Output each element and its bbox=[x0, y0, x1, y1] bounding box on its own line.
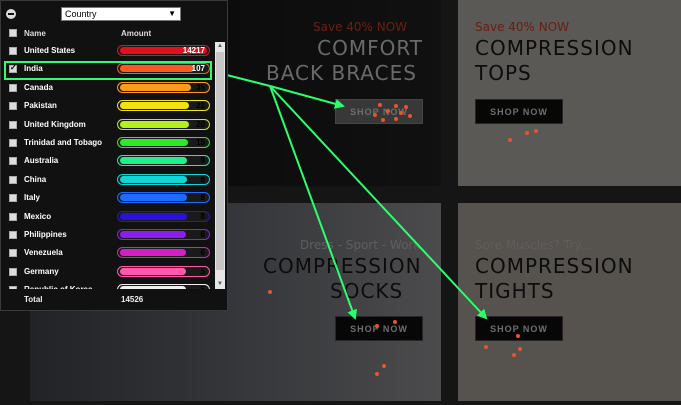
country-row[interactable]: Republic of Korea 5 bbox=[1, 281, 215, 289]
country-row[interactable]: Italy 8 bbox=[1, 189, 215, 207]
country-checkbox[interactable] bbox=[9, 47, 17, 55]
country-row[interactable]: Trinidad and Tobago 15 bbox=[1, 134, 215, 152]
country-name: United States bbox=[24, 46, 76, 55]
country-checkbox[interactable] bbox=[9, 249, 17, 258]
collapse-panel-icon[interactable] bbox=[6, 9, 16, 19]
dimension-select-value: Country bbox=[65, 9, 97, 19]
amount-bar-fill bbox=[120, 286, 186, 289]
amount-bar-fill bbox=[120, 120, 189, 128]
country-name: Germany bbox=[24, 266, 59, 276]
amount-value: 20 bbox=[196, 119, 205, 129]
amount-value: 5 bbox=[201, 285, 205, 289]
country-name: Canada bbox=[24, 82, 53, 92]
amount-bar: 5 bbox=[117, 265, 210, 277]
amount-bar: 20 bbox=[117, 118, 210, 130]
country-name: United Kingdom bbox=[24, 119, 86, 129]
amount-value: 8 bbox=[200, 193, 205, 203]
country-name: Mexico bbox=[24, 211, 52, 221]
flow-arrow-to-tights bbox=[269, 85, 488, 320]
amount-value: 15 bbox=[196, 138, 205, 147]
country-name: Republic of Korea bbox=[24, 285, 92, 289]
country-checkbox[interactable] bbox=[9, 212, 17, 221]
chevron-down-icon: ▼ bbox=[168, 9, 176, 18]
country-checkbox[interactable] bbox=[9, 102, 17, 111]
amount-value: 6 bbox=[200, 230, 205, 239]
amount-bar-fill bbox=[120, 175, 187, 183]
country-row[interactable]: Mexico 8 bbox=[1, 208, 215, 226]
amount-bar: 21 bbox=[117, 100, 210, 112]
country-row[interactable]: Philippines 6 bbox=[1, 226, 215, 244]
country-row[interactable]: United States 14217 bbox=[1, 42, 215, 60]
amount-bar-fill bbox=[120, 249, 186, 257]
amount-bar-fill bbox=[120, 212, 187, 220]
amount-bar: 5 bbox=[117, 284, 210, 289]
country-checkbox[interactable] bbox=[9, 286, 17, 289]
country-name: Italy bbox=[24, 193, 41, 203]
amount-bar: 8 bbox=[117, 173, 210, 185]
total-label: Total bbox=[24, 295, 43, 304]
country-checkbox[interactable] bbox=[9, 175, 17, 184]
amount-bar: 8 bbox=[117, 192, 210, 204]
selected-row-highlight bbox=[4, 61, 212, 80]
heatmap-stage: Save 40% NOW COMFORT BACK BRACES SHOP NO… bbox=[0, 0, 681, 405]
amount-value: 35 bbox=[196, 82, 205, 92]
country-checkbox[interactable] bbox=[9, 194, 17, 203]
amount-bar-fill bbox=[120, 102, 189, 110]
flow-arrow-to-socks bbox=[269, 85, 357, 320]
scroll-down-icon[interactable]: ▼ bbox=[215, 280, 225, 289]
amount-bar: 35 bbox=[117, 81, 210, 93]
country-breakdown-panel: Country ▼ Name Amount United States 14217… bbox=[0, 0, 228, 311]
total-value: 14526 bbox=[121, 295, 144, 304]
amount-bar: 15 bbox=[117, 137, 210, 148]
column-header-name: Name bbox=[24, 29, 46, 38]
amount-value: 6 bbox=[200, 248, 205, 258]
amount-bar: 6 bbox=[117, 229, 210, 240]
amount-value: 8 bbox=[200, 174, 205, 184]
country-row[interactable]: Venezuela 6 bbox=[1, 244, 215, 262]
country-checkbox[interactable] bbox=[9, 231, 17, 239]
select-all-checkbox[interactable] bbox=[9, 29, 17, 37]
amount-bar: 14217 bbox=[117, 45, 210, 56]
dimension-select[interactable]: Country ▼ bbox=[61, 7, 181, 21]
amount-bar-fill bbox=[120, 83, 191, 91]
country-checkbox[interactable] bbox=[9, 83, 17, 92]
country-name: Trinidad and Tobago bbox=[24, 138, 103, 147]
country-row[interactable]: Australia 9 bbox=[1, 152, 215, 170]
amount-bar-fill bbox=[120, 231, 186, 238]
list-scrollbar[interactable]: ▲ ▼ bbox=[215, 42, 225, 289]
country-checkbox[interactable] bbox=[9, 157, 17, 166]
column-header-amount: Amount bbox=[121, 29, 152, 38]
country-name: Pakistan bbox=[24, 101, 57, 111]
amount-value: 8 bbox=[200, 211, 205, 221]
amount-value: 14217 bbox=[182, 46, 205, 55]
amount-bar: 6 bbox=[117, 247, 210, 259]
amount-value: 5 bbox=[200, 266, 205, 276]
amount-bar: 9 bbox=[117, 155, 210, 167]
flow-arrow-to-back-braces bbox=[269, 85, 345, 109]
amount-bar-fill bbox=[120, 267, 186, 275]
country-checkbox[interactable] bbox=[9, 267, 17, 276]
country-name: Philippines bbox=[24, 230, 67, 239]
amount-bar-fill bbox=[120, 194, 187, 202]
amount-bar-fill bbox=[120, 139, 188, 146]
amount-value: 21 bbox=[196, 101, 205, 111]
country-name: Venezuela bbox=[24, 248, 63, 258]
country-row[interactable]: China 8 bbox=[1, 171, 215, 189]
scroll-up-icon[interactable]: ▲ bbox=[215, 42, 225, 51]
country-name: Australia bbox=[24, 156, 59, 166]
scrollbar-thumb[interactable] bbox=[216, 52, 224, 270]
country-row[interactable]: Germany 5 bbox=[1, 263, 215, 281]
amount-bar: 8 bbox=[117, 210, 210, 222]
country-checkbox[interactable] bbox=[9, 120, 17, 129]
country-name: China bbox=[24, 174, 47, 184]
amount-bar-fill bbox=[120, 157, 187, 165]
amount-value: 9 bbox=[200, 156, 205, 166]
country-checkbox[interactable] bbox=[9, 139, 17, 147]
country-row[interactable]: United Kingdom 20 bbox=[1, 116, 215, 134]
country-row[interactable]: Pakistan 21 bbox=[1, 97, 215, 115]
country-row[interactable]: Canada 35 bbox=[1, 79, 215, 97]
